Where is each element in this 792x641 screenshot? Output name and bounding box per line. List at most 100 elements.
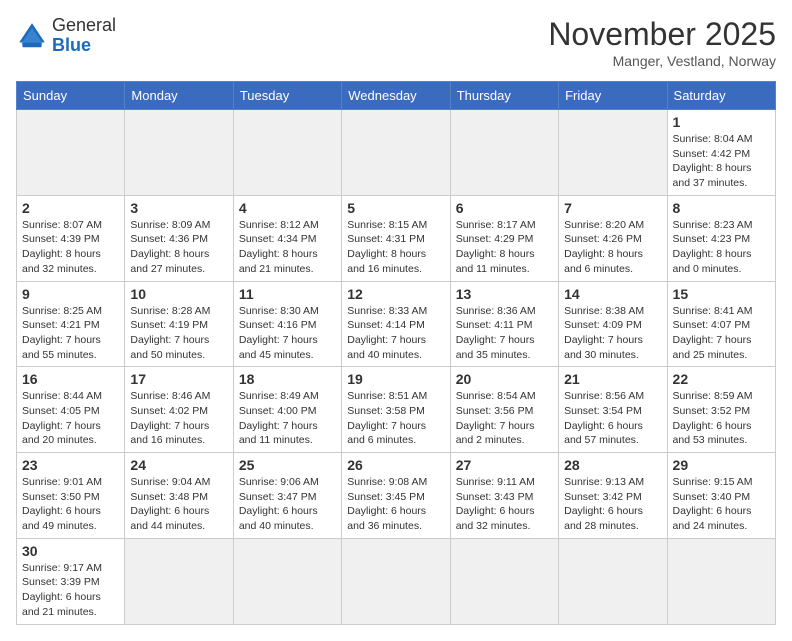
weekday-header-sunday: Sunday bbox=[17, 82, 125, 110]
day-info: Sunrise: 8:25 AM Sunset: 4:21 PM Dayligh… bbox=[22, 304, 119, 363]
calendar-cell: 28 Sunrise: 9:13 AM Sunset: 3:42 PM Dayli… bbox=[559, 453, 667, 539]
day-number: 21 bbox=[564, 371, 661, 387]
day-info: Sunrise: 9:11 AM Sunset: 3:43 PM Dayligh… bbox=[456, 475, 553, 534]
day-number: 10 bbox=[130, 286, 227, 302]
day-info: Sunrise: 9:04 AM Sunset: 3:48 PM Dayligh… bbox=[130, 475, 227, 534]
day-info: Sunrise: 8:17 AM Sunset: 4:29 PM Dayligh… bbox=[456, 218, 553, 277]
calendar-cell bbox=[17, 110, 125, 196]
day-number: 17 bbox=[130, 371, 227, 387]
day-number: 4 bbox=[239, 200, 336, 216]
calendar-cell bbox=[342, 110, 450, 196]
calendar-cell: 1 Sunrise: 8:04 AM Sunset: 4:42 PM Daylig… bbox=[667, 110, 775, 196]
calendar-cell bbox=[233, 538, 341, 624]
calendar-cell: 8 Sunrise: 8:23 AM Sunset: 4:23 PM Daylig… bbox=[667, 195, 775, 281]
calendar-cell: 26Sunrise: 9:08 AM Sunset: 3:45 PM Dayli… bbox=[342, 453, 450, 539]
day-number: 24 bbox=[130, 457, 227, 473]
week-row-4: 16Sunrise: 8:44 AM Sunset: 4:05 PM Dayli… bbox=[17, 367, 776, 453]
day-info: Sunrise: 8:04 AM Sunset: 4:42 PM Dayligh… bbox=[673, 132, 770, 191]
day-info: Sunrise: 9:06 AM Sunset: 3:47 PM Dayligh… bbox=[239, 475, 336, 534]
calendar-cell: 18Sunrise: 8:49 AM Sunset: 4:00 PM Dayli… bbox=[233, 367, 341, 453]
day-number: 27 bbox=[456, 457, 553, 473]
day-number: 12 bbox=[347, 286, 444, 302]
day-info: Sunrise: 9:15 AM Sunset: 3:40 PM Dayligh… bbox=[673, 475, 770, 534]
day-number: 15 bbox=[673, 286, 770, 302]
day-number: 30 bbox=[22, 543, 119, 559]
day-number: 5 bbox=[347, 200, 444, 216]
weekday-header-row: SundayMondayTuesdayWednesdayThursdayFrid… bbox=[17, 82, 776, 110]
weekday-header-thursday: Thursday bbox=[450, 82, 558, 110]
calendar-cell: 7Sunrise: 8:20 AM Sunset: 4:26 PM Daylig… bbox=[559, 195, 667, 281]
week-row-2: 2Sunrise: 8:07 AM Sunset: 4:39 PM Daylig… bbox=[17, 195, 776, 281]
logo-icon bbox=[16, 20, 48, 52]
calendar-cell bbox=[125, 110, 233, 196]
calendar-cell: 16Sunrise: 8:44 AM Sunset: 4:05 PM Dayli… bbox=[17, 367, 125, 453]
day-info: Sunrise: 8:28 AM Sunset: 4:19 PM Dayligh… bbox=[130, 304, 227, 363]
calendar-cell: 4 Sunrise: 8:12 AM Sunset: 4:34 PM Daylig… bbox=[233, 195, 341, 281]
day-info: Sunrise: 8:12 AM Sunset: 4:34 PM Dayligh… bbox=[239, 218, 336, 277]
weekday-header-wednesday: Wednesday bbox=[342, 82, 450, 110]
calendar-cell: 9 Sunrise: 8:25 AM Sunset: 4:21 PM Daylig… bbox=[17, 281, 125, 367]
day-info: Sunrise: 8:33 AM Sunset: 4:14 PM Dayligh… bbox=[347, 304, 444, 363]
day-info: Sunrise: 8:30 AM Sunset: 4:16 PM Dayligh… bbox=[239, 304, 336, 363]
day-info: Sunrise: 8:54 AM Sunset: 3:56 PM Dayligh… bbox=[456, 389, 553, 448]
day-info: Sunrise: 8:49 AM Sunset: 4:00 PM Dayligh… bbox=[239, 389, 336, 448]
calendar-cell: 22 Sunrise: 8:59 AM Sunset: 3:52 PM Dayli… bbox=[667, 367, 775, 453]
calendar-cell: 21 Sunrise: 8:56 AM Sunset: 3:54 PM Dayli… bbox=[559, 367, 667, 453]
calendar: SundayMondayTuesdayWednesdayThursdayFrid… bbox=[16, 81, 776, 625]
day-info: Sunrise: 8:09 AM Sunset: 4:36 PM Dayligh… bbox=[130, 218, 227, 277]
day-info: Sunrise: 8:41 AM Sunset: 4:07 PM Dayligh… bbox=[673, 304, 770, 363]
month-title: November 2025 bbox=[548, 16, 776, 53]
weekday-header-tuesday: Tuesday bbox=[233, 82, 341, 110]
calendar-cell: 2Sunrise: 8:07 AM Sunset: 4:39 PM Daylig… bbox=[17, 195, 125, 281]
day-info: Sunrise: 9:08 AM Sunset: 3:45 PM Dayligh… bbox=[347, 475, 444, 534]
calendar-cell: 5 Sunrise: 8:15 AM Sunset: 4:31 PM Daylig… bbox=[342, 195, 450, 281]
page-header: General Blue November 2025 Manger, Vestl… bbox=[16, 16, 776, 69]
calendar-cell bbox=[559, 538, 667, 624]
day-info: Sunrise: 8:38 AM Sunset: 4:09 PM Dayligh… bbox=[564, 304, 661, 363]
day-number: 23 bbox=[22, 457, 119, 473]
day-number: 14 bbox=[564, 286, 661, 302]
day-number: 28 bbox=[564, 457, 661, 473]
calendar-cell: 29 Sunrise: 9:15 AM Sunset: 3:40 PM Dayli… bbox=[667, 453, 775, 539]
calendar-cell: 25 Sunrise: 9:06 AM Sunset: 3:47 PM Dayli… bbox=[233, 453, 341, 539]
day-number: 8 bbox=[673, 200, 770, 216]
day-number: 1 bbox=[673, 114, 770, 130]
day-number: 6 bbox=[456, 200, 553, 216]
calendar-cell: 13 Sunrise: 8:36 AM Sunset: 4:11 PM Dayli… bbox=[450, 281, 558, 367]
calendar-cell: 24 Sunrise: 9:04 AM Sunset: 3:48 PM Dayli… bbox=[125, 453, 233, 539]
day-number: 16 bbox=[22, 371, 119, 387]
calendar-cell: 12 Sunrise: 8:33 AM Sunset: 4:14 PM Dayli… bbox=[342, 281, 450, 367]
day-info: Sunrise: 8:56 AM Sunset: 3:54 PM Dayligh… bbox=[564, 389, 661, 448]
calendar-cell bbox=[342, 538, 450, 624]
day-number: 11 bbox=[239, 286, 336, 302]
day-number: 22 bbox=[673, 371, 770, 387]
calendar-cell bbox=[450, 110, 558, 196]
calendar-cell: 10 Sunrise: 8:28 AM Sunset: 4:19 PM Dayli… bbox=[125, 281, 233, 367]
day-number: 25 bbox=[239, 457, 336, 473]
day-number: 13 bbox=[456, 286, 553, 302]
day-info: Sunrise: 8:15 AM Sunset: 4:31 PM Dayligh… bbox=[347, 218, 444, 277]
day-info: Sunrise: 9:13 AM Sunset: 3:42 PM Dayligh… bbox=[564, 475, 661, 534]
calendar-cell bbox=[450, 538, 558, 624]
day-number: 3 bbox=[130, 200, 227, 216]
day-number: 9 bbox=[22, 286, 119, 302]
calendar-cell bbox=[559, 110, 667, 196]
weekday-header-friday: Friday bbox=[559, 82, 667, 110]
calendar-cell: 19Sunrise: 8:51 AM Sunset: 3:58 PM Dayli… bbox=[342, 367, 450, 453]
day-info: Sunrise: 8:23 AM Sunset: 4:23 PM Dayligh… bbox=[673, 218, 770, 277]
calendar-cell: 6 Sunrise: 8:17 AM Sunset: 4:29 PM Daylig… bbox=[450, 195, 558, 281]
day-info: Sunrise: 9:17 AM Sunset: 3:39 PM Dayligh… bbox=[22, 561, 119, 620]
location: Manger, Vestland, Norway bbox=[548, 53, 776, 69]
logo: General Blue bbox=[16, 16, 116, 56]
calendar-cell: 17Sunrise: 8:46 AM Sunset: 4:02 PM Dayli… bbox=[125, 367, 233, 453]
calendar-cell bbox=[125, 538, 233, 624]
day-number: 29 bbox=[673, 457, 770, 473]
calendar-cell: 30 Sunrise: 9:17 AM Sunset: 3:39 PM Dayli… bbox=[17, 538, 125, 624]
calendar-cell: 11 Sunrise: 8:30 AM Sunset: 4:16 PM Dayli… bbox=[233, 281, 341, 367]
day-number: 19 bbox=[347, 371, 444, 387]
day-info: Sunrise: 8:59 AM Sunset: 3:52 PM Dayligh… bbox=[673, 389, 770, 448]
day-number: 2 bbox=[22, 200, 119, 216]
calendar-cell: 23Sunrise: 9:01 AM Sunset: 3:50 PM Dayli… bbox=[17, 453, 125, 539]
week-row-1: 1 Sunrise: 8:04 AM Sunset: 4:42 PM Daylig… bbox=[17, 110, 776, 196]
day-info: Sunrise: 8:36 AM Sunset: 4:11 PM Dayligh… bbox=[456, 304, 553, 363]
